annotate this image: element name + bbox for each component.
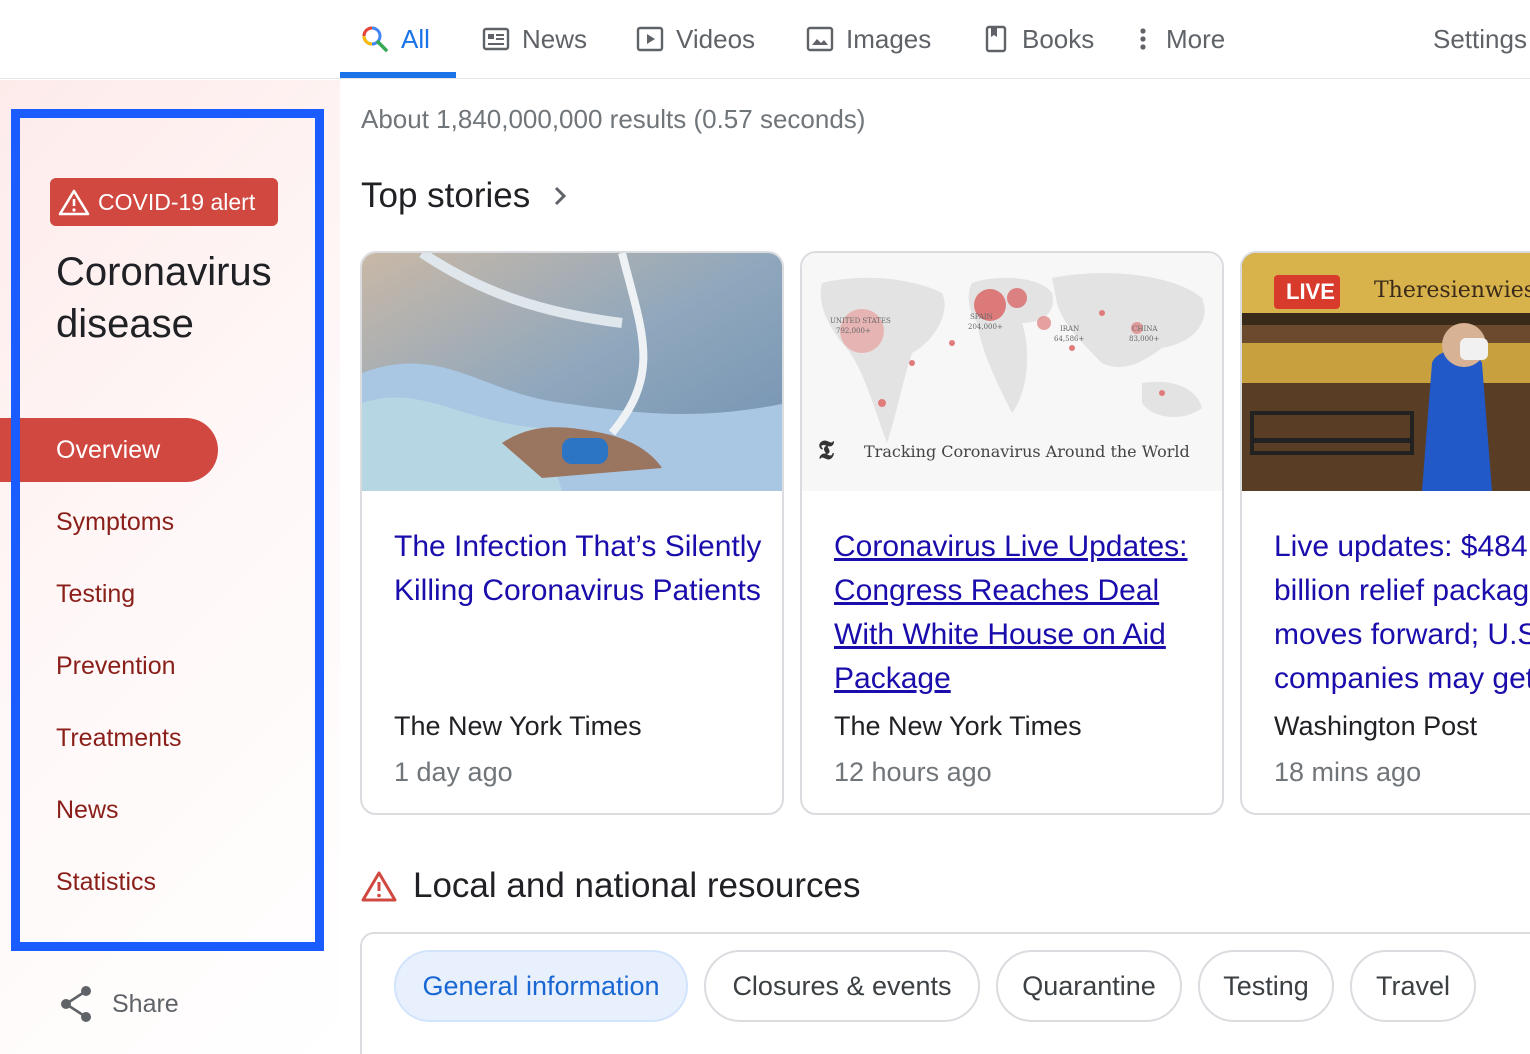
covid-alert-badge: COVID-19 alert bbox=[50, 178, 278, 226]
topic-title: Coronavirus disease bbox=[56, 250, 272, 346]
chip-closures-events[interactable]: Closures & events bbox=[704, 950, 980, 1022]
sidebar-item-treatments[interactable]: Treatments bbox=[56, 724, 182, 753]
tab-images-label: Images bbox=[846, 23, 932, 54]
chip-quarantine[interactable]: Quarantine bbox=[996, 950, 1182, 1022]
sidebar-item-symptoms[interactable]: Symptoms bbox=[56, 508, 174, 537]
sidebar-item-label: Overview bbox=[56, 435, 161, 464]
chip-general-information[interactable]: General information bbox=[394, 950, 688, 1022]
story-title-link[interactable]: Live updates: $484 billion relief packag… bbox=[1274, 525, 1530, 701]
map-label: IRAN bbox=[1060, 325, 1079, 333]
map-label: 204,000+ bbox=[968, 323, 1003, 331]
story-image: UNITED STATES 792,000+ SPAIN 204,000+ IR… bbox=[802, 253, 1222, 491]
tab-videos-label: Videos bbox=[676, 23, 756, 54]
story-timestamp: 12 hours ago bbox=[834, 757, 992, 787]
search-tabs-bar: All News Videos Images Books More Settin… bbox=[0, 0, 1530, 79]
sidebar-item-news[interactable]: News bbox=[56, 796, 119, 825]
resources-heading: Local and national resources bbox=[361, 866, 861, 906]
top-stories-heading[interactable]: Top stories bbox=[361, 176, 570, 216]
chevron-right-icon[interactable] bbox=[552, 182, 570, 210]
image-icon bbox=[806, 25, 834, 53]
tab-more-label: More bbox=[1166, 23, 1226, 54]
tab-videos[interactable]: Videos bbox=[636, 0, 755, 78]
tab-images[interactable]: Images bbox=[806, 0, 931, 78]
result-stats: About 1,840,000,000 results (0.57 second… bbox=[361, 104, 866, 134]
station-sign: Theresienwiese bbox=[1374, 278, 1530, 303]
tab-all[interactable]: All bbox=[361, 0, 430, 78]
tab-books[interactable]: Books bbox=[982, 0, 1094, 78]
top-stories-title: Top stories bbox=[361, 176, 531, 215]
chip-travel[interactable]: Travel bbox=[1350, 950, 1476, 1022]
tab-settings[interactable]: Settings bbox=[1433, 0, 1527, 78]
resources-title: Local and national resources bbox=[413, 866, 861, 905]
news-icon bbox=[482, 25, 510, 53]
story-image: LIVE Theresienwiese bbox=[1242, 253, 1530, 491]
warning-icon bbox=[361, 870, 397, 902]
map-label: 64,586+ bbox=[1054, 335, 1084, 343]
video-icon bbox=[636, 25, 664, 53]
active-tab-indicator bbox=[340, 72, 456, 78]
story-source: The New York Times bbox=[834, 711, 1082, 741]
map-caption: Tracking Coronavirus Around the World bbox=[864, 442, 1190, 461]
more-vertical-icon bbox=[1136, 25, 1150, 53]
alert-label: COVID-19 alert bbox=[98, 188, 256, 215]
nyt-logo-icon: 𝕿 bbox=[818, 436, 835, 466]
sidebar-item-prevention[interactable]: Prevention bbox=[56, 652, 176, 681]
story-source: Washington Post bbox=[1274, 711, 1478, 741]
story-image bbox=[362, 253, 782, 491]
story-card[interactable]: UNITED STATES 792,000+ SPAIN 204,000+ IR… bbox=[800, 251, 1224, 815]
chip-testing[interactable]: Testing bbox=[1198, 950, 1334, 1022]
map-label: 792,000+ bbox=[836, 327, 871, 335]
tab-settings-label: Settings bbox=[1433, 23, 1527, 54]
share-icon bbox=[58, 984, 94, 1024]
story-card[interactable]: The Infection That’s Silently Killing Co… bbox=[360, 251, 784, 815]
tab-news-label: News bbox=[522, 23, 588, 54]
book-icon bbox=[982, 25, 1010, 53]
warning-icon bbox=[58, 188, 90, 216]
tab-more[interactable]: More bbox=[1136, 0, 1225, 78]
story-title-link[interactable]: The Infection That’s Silently Killing Co… bbox=[394, 525, 774, 613]
story-timestamp: 1 day ago bbox=[394, 757, 513, 787]
tab-all-label: All bbox=[401, 23, 430, 54]
map-label: SPAIN bbox=[970, 313, 993, 321]
live-badge: LIVE bbox=[1286, 279, 1335, 304]
story-card[interactable]: LIVE Theresienwiese Live updates: $484 b… bbox=[1240, 251, 1530, 815]
story-title-link[interactable]: Coronavirus Live Updates: Congress Reach… bbox=[834, 525, 1214, 701]
map-label: UNITED STATES bbox=[830, 317, 891, 325]
sidebar-item-statistics[interactable]: Statistics bbox=[56, 868, 156, 897]
map-label: 83,000+ bbox=[1129, 335, 1159, 343]
tab-news[interactable]: News bbox=[482, 0, 587, 78]
sidebar-item-overview[interactable]: Overview bbox=[0, 418, 218, 482]
story-timestamp: 18 mins ago bbox=[1274, 757, 1422, 787]
topic-sidebar bbox=[0, 80, 340, 1054]
story-source: The New York Times bbox=[394, 711, 642, 741]
tab-books-label: Books bbox=[1022, 23, 1095, 54]
map-label: CHINA bbox=[1132, 325, 1158, 333]
sidebar-item-testing[interactable]: Testing bbox=[56, 580, 135, 609]
share-button[interactable]: Share bbox=[58, 984, 179, 1024]
share-label: Share bbox=[112, 989, 179, 1018]
search-icon bbox=[361, 25, 389, 53]
